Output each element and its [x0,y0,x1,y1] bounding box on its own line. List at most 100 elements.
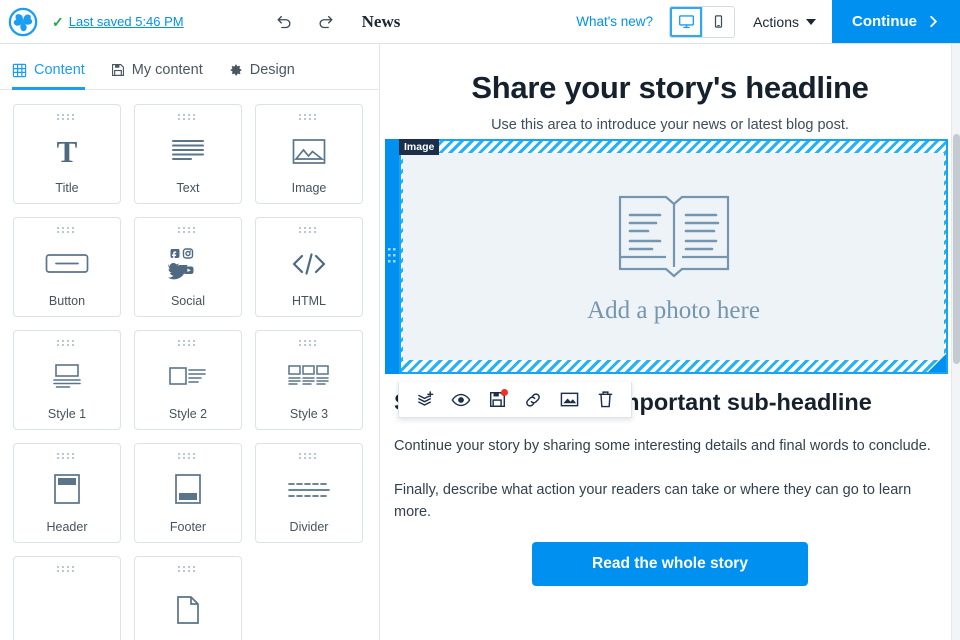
topbar-center-group: News [272,0,401,43]
last-saved-status: ✓ Last saved 5:46 PM [52,14,184,29]
block-tile-label: HTML [291,293,327,308]
continue-button[interactable]: Continue [832,0,960,43]
topbar-right-group: What's new? Actions Continue [576,0,960,43]
save-button[interactable] [479,387,515,413]
footer-block-icon [135,460,241,521]
block-tile-label: Social [170,293,206,308]
block-tile-label: Text [176,180,200,195]
block-tile-style-1[interactable]: Style 1 [13,330,121,430]
tab-my-content[interactable]: My content [111,62,203,90]
drag-dots-icon [299,453,316,459]
block-tile-footer[interactable]: Footer [134,443,242,543]
canvas-scrollbar-thumb[interactable] [953,134,960,364]
actions-menu-button[interactable]: Actions [751,14,818,30]
block-tile-style-2[interactable]: Style 2 [134,330,242,430]
trash-icon [598,391,612,408]
document-title[interactable]: News [362,12,401,32]
drag-dots-icon [178,453,195,459]
duplicate-button[interactable] [407,387,443,413]
block-tile-title[interactable]: T Title [13,104,121,204]
block-tile-style-3[interactable]: Style 3 [255,330,363,430]
block-tile-label: Style 2 [168,406,208,421]
drag-dots-icon [178,114,195,120]
block-tile-label: Button [48,293,86,308]
block-tile-label: Style 1 [47,406,87,421]
block-tile-button[interactable]: Button [13,217,121,317]
block-tile-partial-1[interactable] [13,556,121,640]
drag-dots-icon [178,227,195,233]
cta-container: Read the whole story [380,542,960,586]
body-paragraph-1[interactable]: Continue your story by sharing some inte… [394,436,944,458]
tab-my-content-label: My content [131,62,203,78]
drag-dots-icon [388,247,396,262]
block-tile-label: Footer [169,519,207,534]
image-block-selected[interactable]: Add a photo here Image [385,139,948,374]
mobile-view-button[interactable] [702,6,735,37]
check-icon: ✓ [52,13,64,30]
top-toolbar: ✓ Last saved 5:46 PM News What's new? Ac… [0,0,960,44]
title-T-icon: T [56,133,78,169]
block-tile-label: Header [46,519,88,534]
block-tile-partial-2[interactable] [134,556,242,640]
desktop-view-button[interactable] [670,6,703,37]
block-tile-image[interactable]: Image [255,104,363,204]
preview-button[interactable] [443,387,479,413]
drag-dots-icon [299,114,316,120]
read-story-button[interactable]: Read the whole story [532,542,808,586]
save-disk-icon [111,64,124,76]
tab-design[interactable]: Design [229,62,295,90]
file-icon [135,573,241,640]
replace-image-button[interactable] [551,387,587,413]
block-drag-handle[interactable] [385,139,399,374]
gear-icon [230,64,241,76]
body-paragraph-2[interactable]: Finally, describe what action your reade… [394,480,944,524]
image-placeholder[interactable]: Add a photo here [403,153,944,360]
last-saved-link[interactable]: Last saved 5:46 PM [69,14,184,29]
eye-icon [451,393,471,406]
block-tile-header[interactable]: Header [13,443,121,543]
drag-dots-icon [57,227,74,233]
selection-outline: Add a photo here [399,139,948,374]
block-tile-html[interactable]: HTML [255,217,363,317]
pinwheel-logo-icon[interactable] [8,7,38,37]
block-tile-label: Image [291,180,327,195]
sidebar-tabs: Content My content Design [0,44,379,90]
tab-content-label: Content [34,62,85,78]
block-tile-divider[interactable]: Divider [255,443,363,543]
drag-dots-icon [178,340,195,346]
style-1-icon [14,347,120,408]
canvas-scrollbar[interactable] [951,44,960,640]
chevron-right-icon [930,15,938,28]
tab-content[interactable]: Content [12,62,85,90]
drag-dots-icon [57,114,74,120]
grid-icon [12,63,27,77]
unsaved-changes-badge [501,388,508,396]
link-button[interactable] [515,387,551,413]
delete-button[interactable] [587,387,623,413]
main-layout: Content My content Design T Title Text I… [0,44,960,640]
whats-new-link[interactable]: What's new? [576,14,653,29]
continue-label: Continue [852,13,917,30]
block-tile-label: Style 3 [289,406,329,421]
undo-icon[interactable] [272,10,296,34]
hero-subtext[interactable]: Use this area to introduce your news or … [380,117,960,133]
redo-icon[interactable] [314,10,338,34]
drag-dots-icon [178,566,195,572]
block-tile-text[interactable]: Text [134,104,242,204]
hero-headline[interactable]: Share your story's headline [380,44,960,106]
drag-dots-icon [299,340,316,346]
style-2-icon [135,347,241,408]
actions-label: Actions [753,13,799,30]
drag-dots-icon [57,566,74,572]
partial-tile-icon [14,573,120,640]
block-float-toolbar [398,382,632,418]
drag-dots-icon [57,453,74,459]
drag-dots-icon [57,340,74,346]
social-networks-icon [135,234,241,295]
open-book-icon [618,195,729,277]
block-tile-label: Divider [289,519,329,534]
drag-dots-icon [299,227,316,233]
content-sidebar: Content My content Design T Title Text I… [0,44,380,640]
block-tile-social[interactable]: Social [134,217,242,317]
canvas-scroll-area: Share your story's headline Use this are… [380,44,960,640]
